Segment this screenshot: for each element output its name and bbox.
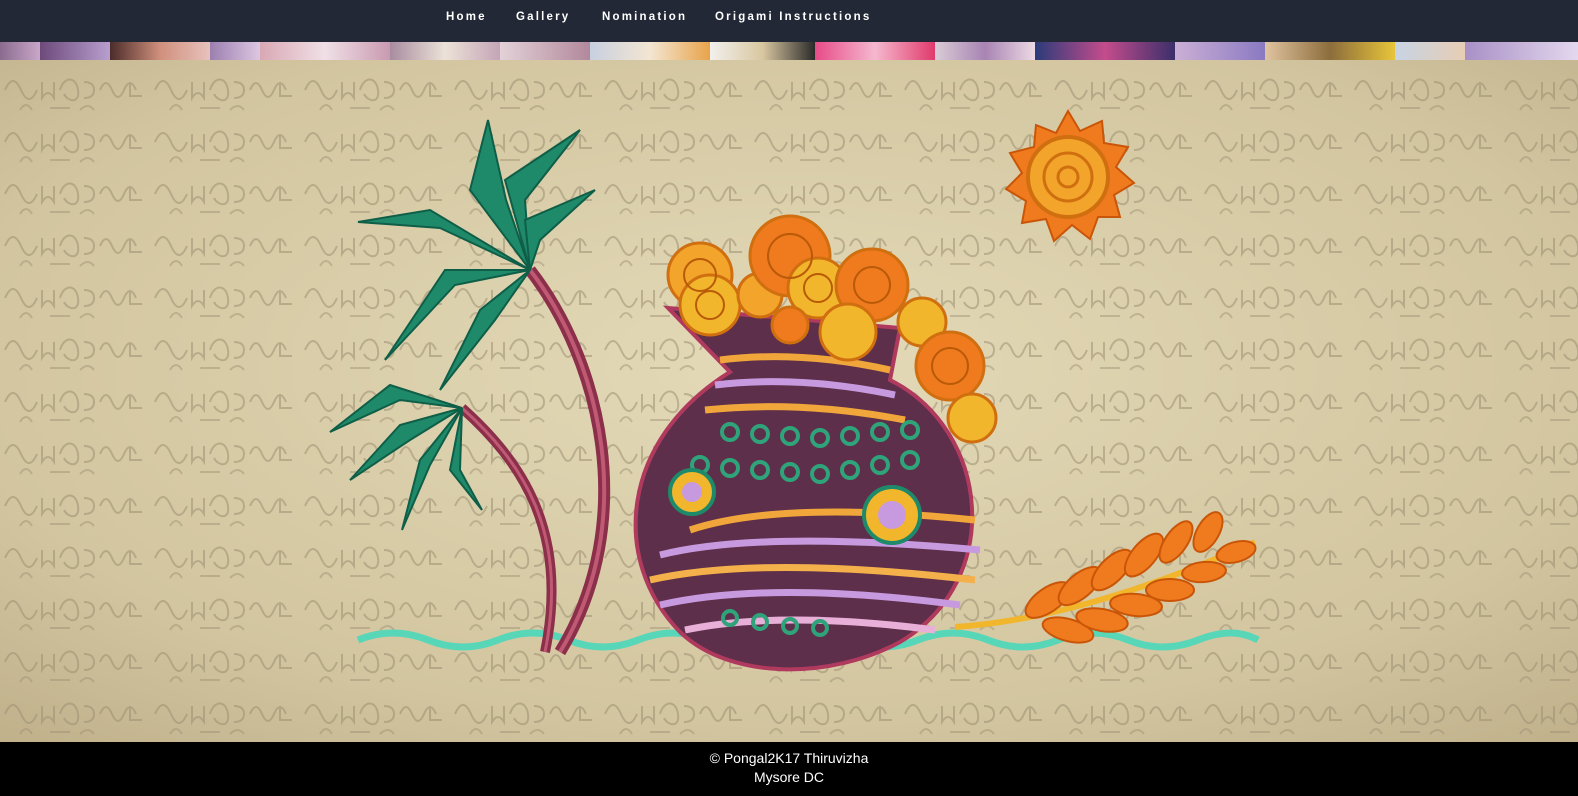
- top-navbar: Home Gallery Nomination Origami Instruct…: [0, 0, 1578, 42]
- nav-origami-instructions-link[interactable]: Origami Instructions: [715, 9, 871, 25]
- nav-nomination-link[interactable]: Nomination: [602, 9, 687, 25]
- hero-banner-image: [0, 60, 1578, 742]
- footer-copyright: © Pongal2K17 Thiruvizha: [709, 750, 869, 766]
- gallery-banner-strip: [0, 42, 1578, 60]
- nav-home-link[interactable]: Home: [446, 9, 487, 25]
- footer-org: Mysore DC: [753, 769, 824, 785]
- nav-gallery-link[interactable]: Gallery: [516, 9, 570, 25]
- footer: © Pongal2K17 Thiruvizha Mysore DC: [0, 742, 1578, 796]
